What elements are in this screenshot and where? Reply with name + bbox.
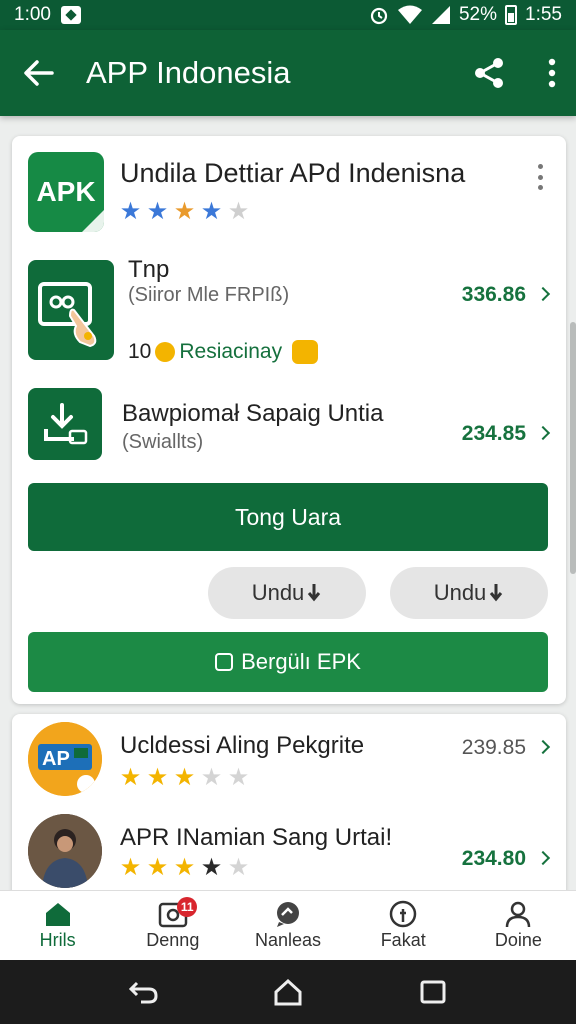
row-subtitle: (Swiallts) [122,431,204,453]
share-icon[interactable] [472,56,506,90]
nav-item-chat[interactable]: Nanleas [230,891,345,960]
more-vert-icon[interactable] [548,58,556,88]
star-icon: ★ [227,198,250,225]
star-icon: ★ [146,198,169,225]
reward-badge-icon [292,340,319,364]
status-time-left: 1:00 [14,4,51,25]
person-icon [506,901,531,928]
signal-icon [431,6,450,24]
row-price: 234.85 [461,422,526,445]
card-touch-icon[interactable] [28,260,114,360]
star-icon: ★ [227,854,250,881]
nav-label: Denng [146,930,200,950]
system-recents-icon[interactable] [413,972,453,1012]
app-rating: ★ ★ ★ ★ ★ [118,200,251,224]
row-title: Bawpiomał Sapaig Untia [122,400,384,427]
system-back-icon[interactable] [123,972,163,1012]
notification-icon [60,6,81,24]
scrollbar[interactable] [570,322,576,574]
battery-percent: 52% [458,4,498,25]
app-list-card: AP Ucldessi Aling Pekgrite ★ ★ ★ ★ ★ 239.85 … [12,714,566,894]
apk-box-icon [215,653,234,671]
notification-badge: 11 [177,897,198,917]
avatar-text: AP [42,748,70,770]
apk-logo-text: APK [36,176,96,207]
row-price: 336.86 [461,283,526,306]
get-apk-label: Bergülı EPK [241,649,361,674]
download-pill-label: Undu [433,580,487,605]
app-avatar[interactable]: AP [28,722,102,796]
home-icon [45,903,70,926]
list-item-price: 234.80 [461,847,526,870]
star-icon: ★ [119,854,142,881]
promo-label: Resiacinay [179,340,283,363]
chat-icon [277,902,299,927]
nav-label: Hrils [39,930,76,950]
nav-item-profile[interactable]: Doine [461,891,576,960]
status-time-right: 1:55 [525,4,562,25]
row-title: Tnp [128,256,170,283]
star-icon: ★ [227,764,250,791]
promo-count: 10 [128,340,152,363]
list-item-rating: ★ ★ ★ ★ ★ [118,766,251,790]
app-avatar[interactable] [28,814,102,888]
wifi-icon [397,5,422,24]
star-icon: ★ [200,854,223,881]
card-more-icon[interactable] [530,162,550,192]
nav-item-info[interactable]: Fakat [346,891,461,960]
system-home-icon[interactable] [268,972,308,1012]
list-item-title: Ucldessi Aling Pekgrite [120,732,365,759]
page-title: APP Indonesia [86,55,291,90]
app-title: Undila Dettiar APd Indenisna [120,158,466,188]
star-icon: ★ [119,198,142,225]
star-icon: ★ [146,764,169,791]
download-pill-button[interactable]: Undu [208,567,366,619]
back-arrow-icon[interactable] [20,55,56,91]
nav-label: Fakat [380,930,426,950]
download-pill-button[interactable]: Undu [390,567,548,619]
info-icon [389,900,417,928]
chevron-right-icon[interactable] [535,850,551,866]
star-icon: ★ [173,854,196,881]
star-icon: ★ [173,198,196,225]
download-tray-icon[interactable] [28,388,102,460]
nav-item-home[interactable]: Hrils [0,891,115,960]
nav-item-camera[interactable]: 11 Denng [115,891,230,960]
app-bar: APP Indonesia [0,30,576,116]
status-bar: 1:00 52% 1:55 [0,0,576,30]
nav-label: Nanleas [254,930,322,950]
bottom-navigation: Hrils 11 Denng Nanleas Fakat Doine [0,890,576,960]
list-item-title: APR INamian Sang Urtai! [120,824,393,851]
chevron-right-icon[interactable] [535,739,551,755]
chevron-right-icon[interactable] [535,425,551,441]
battery-icon [505,5,518,25]
download-icon [490,584,503,602]
list-item-price: 239.85 [461,736,526,759]
coin-icon [155,342,176,362]
list-item-rating: ★ ★ ★ ★ ★ [118,856,251,880]
primary-action-button[interactable]: Tong Uara [28,483,548,551]
star-icon: ★ [173,764,196,791]
star-icon: ★ [146,854,169,881]
download-pill-label: Undu [251,580,305,605]
star-icon: ★ [119,764,142,791]
app-detail-card: APK Undila Dettiar APd Indenisna ★ ★ ★ ★ ★ T… [12,136,566,704]
promo-line: 10 Resiacinay [128,340,319,364]
primary-action-label: Tong Uara [234,503,342,530]
row-subtitle: (Siiror Mle FRPIß) [128,284,290,306]
star-icon: ★ [200,198,223,225]
system-navigation [0,960,576,1024]
apk-logo: APK [28,152,104,232]
download-icon [308,584,321,602]
alarm-icon [370,7,388,25]
star-icon: ★ [200,764,223,791]
get-apk-button[interactable]: Bergülı EPK [28,632,548,692]
chevron-right-icon[interactable] [535,286,551,302]
nav-label: Doine [494,930,542,950]
